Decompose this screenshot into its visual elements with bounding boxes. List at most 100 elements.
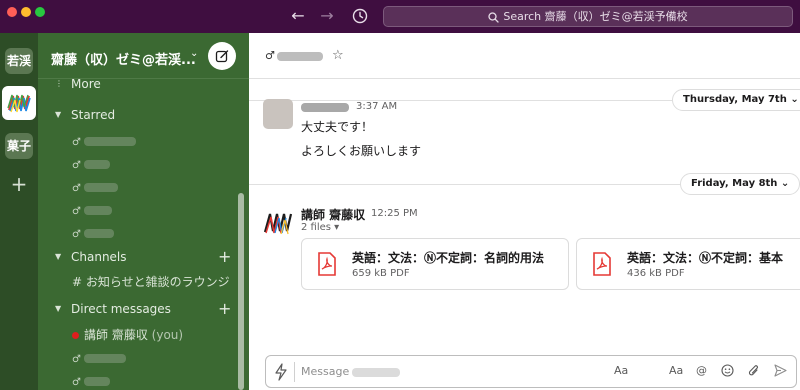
file-attachment[interactable]: 英語：文法：Ⓝ不定詞：基本 436 kB PDF [576, 238, 800, 290]
file-attachment[interactable]: 英語：文法：Ⓝ不定詞：名詞的用法 659 kB PDF [301, 238, 569, 290]
avatar[interactable] [263, 208, 293, 238]
shortcuts-bolt-icon[interactable] [274, 363, 288, 385]
title-bar: ← → Search 齋藤（収）ゼミ@若渓予備校 [0, 0, 800, 33]
sidebar-item-dm-self[interactable]: 講師 齋藤収 (you) [38, 324, 238, 346]
starred-item[interactable]: ♂ [38, 153, 238, 175]
dm-icon: ♂ [72, 160, 81, 171]
emoji-icon[interactable] [721, 364, 734, 377]
forward-arrow-icon[interactable]: → [316, 6, 338, 26]
workspace-name[interactable]: 齋藤（収）ゼミ@若渓... [51, 49, 196, 68]
main-pane: ♂ ☆ Thursday, May 7th ⌄ 3:37 AM 大丈夫です！ よ… [249, 33, 800, 390]
add-workspace-icon[interactable]: + [9, 174, 29, 194]
caret-down-icon: ▼ [55, 304, 62, 313]
file-title: 英語：文法：Ⓝ不定詞：基本 [627, 251, 784, 265]
attachment-paperclip-icon[interactable] [748, 364, 760, 378]
workspace-3[interactable]: 菓子 [5, 133, 33, 159]
starred-item[interactable]: ♂ [38, 199, 238, 221]
blurred-name [84, 206, 112, 215]
caret-down-icon: ▼ [55, 110, 62, 119]
caret-down-icon: ▾ [334, 222, 340, 233]
message-input[interactable]: Message [301, 365, 401, 378]
day-divider-pill[interactable]: Friday, May 8th ⌄ [680, 173, 800, 195]
dm-icon: ♂ [72, 354, 81, 365]
starred-item[interactable]: ♂ [38, 176, 238, 198]
compose-icon [215, 50, 229, 63]
add-channel-icon[interactable]: + [218, 246, 231, 268]
mention-button[interactable]: @ [696, 364, 707, 377]
message-composer[interactable]: Message Aa Aa @ [265, 355, 797, 388]
formatting-toggle-button[interactable]: Aa [614, 364, 628, 377]
search-placeholder: Search 齋藤（収）ゼミ@若渓予備校 [503, 10, 688, 23]
presence-dot-icon [72, 332, 79, 339]
section-direct-messages[interactable]: ▼ Direct messages + [38, 298, 238, 320]
avatar[interactable] [263, 99, 293, 129]
sidebar-more[interactable]: ⋮ More [38, 73, 238, 95]
pdf-icon [591, 252, 613, 280]
sidebar-item-dm[interactable]: ♂ [38, 370, 238, 390]
compose-button[interactable] [208, 42, 236, 70]
sidebar-scrollbar[interactable] [238, 193, 244, 390]
back-arrow-icon[interactable]: ← [287, 6, 309, 26]
sidebar-item-dm[interactable]: ♂ [38, 347, 238, 369]
close-window-button[interactable] [7, 7, 17, 17]
files-toggle[interactable]: 2 files ▾ [301, 222, 339, 233]
message-time[interactable]: 12:25 PM [371, 208, 418, 219]
section-channels[interactable]: ▼ Channels + [38, 246, 238, 268]
dm-icon: ♂ [72, 137, 81, 148]
composer-divider [294, 362, 295, 382]
channels-label: Channels [71, 250, 127, 264]
blurred-name [84, 354, 126, 363]
message-author[interactable]: 講師 齋藤収 [301, 206, 365, 223]
day-label: Thursday, May 7th [683, 94, 787, 105]
star-icon[interactable]: ☆ [332, 48, 344, 63]
file-title: 英語：文法：Ⓝ不定詞：名詞的用法 [352, 251, 545, 265]
dm-icon: ♂ [72, 206, 81, 217]
dm-icon: ♂ [265, 49, 275, 62]
teacher-avatar-icon [263, 213, 293, 235]
blurred-name [84, 183, 118, 192]
blurred-name [84, 229, 114, 238]
blurred-name [352, 367, 401, 377]
dm-icon: ♂ [72, 183, 81, 194]
message-placeholder: Message [301, 365, 350, 378]
more-label: More [71, 77, 101, 91]
files-count: 2 files [301, 222, 331, 233]
minimize-window-button[interactable] [21, 7, 31, 17]
message-text: 大丈夫です！ [301, 120, 374, 134]
message-time[interactable]: 3:37 AM [356, 101, 397, 112]
dm-name: 講師 齋藤収 [84, 328, 148, 342]
history-clock-icon[interactable] [349, 6, 371, 26]
starred-item[interactable]: ♂ [38, 130, 238, 152]
chevron-down-icon: ⌄ [790, 94, 799, 105]
chevron-down-icon[interactable]: ⌄ [190, 48, 198, 59]
dm-icon: ♂ [72, 377, 81, 388]
file-meta: 659 kB PDF [352, 268, 410, 279]
add-dm-icon[interactable]: + [218, 298, 231, 320]
dm-icon: ♂ [72, 229, 81, 240]
dms-label: Direct messages [71, 302, 171, 316]
search-bar[interactable]: Search 齋藤（収）ゼミ@若渓予備校 [383, 6, 793, 27]
chevron-down-icon: ⌄ [780, 178, 790, 189]
day-label: Friday, May 8th [691, 178, 778, 189]
workspace-rail: 若渓 菓子 + [0, 33, 38, 390]
blurred-name [84, 137, 136, 146]
search-icon [488, 11, 499, 23]
sidebar-item-channel[interactable]: # お知らせと雑談のラウンジ [38, 271, 238, 293]
blurred-name [84, 160, 110, 169]
dm-you-suffix: (you) [151, 328, 184, 342]
workspace-2-active[interactable] [2, 86, 36, 120]
message-text: よろしくお願いします [301, 144, 422, 158]
starred-item[interactable]: ♂ [38, 222, 238, 244]
author-name-blurred[interactable] [301, 103, 349, 112]
section-starred[interactable]: ▼ Starred [38, 104, 238, 126]
channel-name-blurred[interactable] [277, 52, 323, 61]
text-format-button[interactable]: Aa [669, 364, 683, 377]
caret-down-icon: ▼ [55, 252, 62, 261]
zoom-window-button[interactable] [35, 7, 45, 17]
workspace-1[interactable]: 若渓 [5, 48, 33, 74]
file-meta: 436 kB PDF [627, 268, 685, 279]
workspace-logo-icon [7, 94, 31, 113]
sidebar: 齋藤（収）ゼミ@若渓... ⌄ ⋮ More ▼ Starred ♂ ♂ ♂ ♂… [38, 33, 249, 390]
send-icon[interactable] [774, 364, 787, 377]
day-divider-pill[interactable]: Thursday, May 7th ⌄ [672, 89, 800, 111]
